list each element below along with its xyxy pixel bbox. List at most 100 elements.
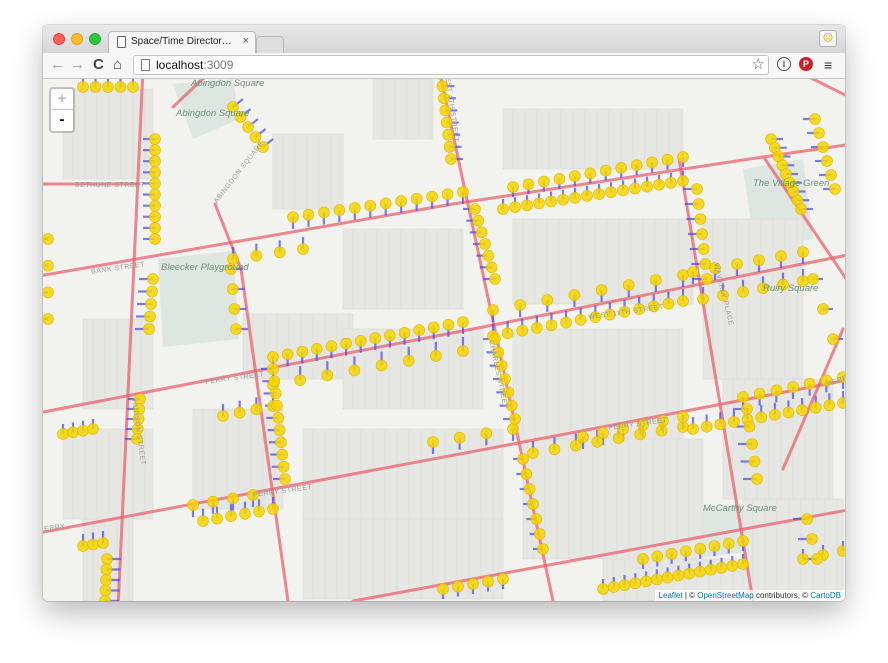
- address-marker: [755, 411, 767, 423]
- maximize-window-button[interactable]: [89, 33, 101, 45]
- bookmark-star-icon[interactable]: ☆: [752, 56, 765, 74]
- browser-window: Space/Time Directory - Str × ☹ ← → C ⌂ l…: [43, 25, 845, 601]
- address-marker: [751, 473, 763, 485]
- address-marker: [114, 81, 127, 93]
- home-button[interactable]: ⌂: [113, 56, 122, 74]
- openstreetmap-link[interactable]: OpenStreetMap: [697, 591, 753, 600]
- address-marker: [211, 512, 223, 525]
- browser-toolbar: ← → C ⌂ localhost:3009 ☆ i P ≡: [43, 53, 845, 79]
- address-marker: [522, 178, 535, 191]
- address-marker: [272, 412, 285, 424]
- address-marker: [296, 345, 309, 358]
- address-marker: [746, 438, 758, 450]
- profile-icon[interactable]: ☹: [819, 30, 837, 47]
- address-marker: [482, 249, 495, 262]
- address-marker: [207, 495, 219, 508]
- address-marker: [715, 562, 728, 574]
- place-label-mccarthy-square: McCarthy Square: [703, 503, 777, 514]
- address-marker: [354, 335, 367, 347]
- address-marker: [250, 403, 263, 416]
- address-marker: [509, 413, 521, 425]
- address-marker: [641, 180, 653, 193]
- minimize-window-button[interactable]: [71, 33, 83, 45]
- address-marker: [281, 348, 294, 361]
- address-marker: [369, 332, 382, 344]
- menu-icon[interactable]: ≡: [824, 57, 832, 73]
- address-marker: [269, 387, 282, 400]
- attribution-separator: | ©: [682, 591, 698, 600]
- address-marker: [599, 164, 612, 177]
- address-marker: [795, 203, 807, 215]
- address-marker: [239, 507, 251, 520]
- address-marker: [253, 505, 265, 518]
- address-marker: [149, 199, 161, 212]
- reload-button[interactable]: C: [93, 56, 104, 74]
- back-button[interactable]: ←: [50, 56, 65, 74]
- map-view[interactable]: Abingdon Square Abingdon Square Bleecker…: [43, 79, 845, 601]
- address-marker: [427, 321, 440, 334]
- attribution-contributors: contributors, ©: [753, 591, 811, 600]
- address-marker: [637, 553, 649, 565]
- pinterest-extension-icon[interactable]: P: [799, 57, 813, 71]
- address-marker: [753, 254, 765, 266]
- address-marker: [187, 499, 199, 511]
- map-canvas[interactable]: [43, 79, 845, 601]
- address-marker: [273, 246, 286, 259]
- leaflet-link[interactable]: Leaflet: [659, 591, 683, 600]
- address-marker: [87, 423, 99, 435]
- address-marker: [677, 421, 689, 433]
- tab-close-icon[interactable]: ×: [243, 35, 249, 47]
- address-marker: [817, 303, 829, 315]
- address-marker: [595, 284, 608, 296]
- address-marker: [731, 258, 743, 270]
- address-marker: [569, 192, 581, 204]
- street-line: [809, 79, 845, 97]
- close-window-button[interactable]: [53, 33, 65, 45]
- address-marker: [821, 155, 833, 167]
- address-marker: [333, 204, 346, 216]
- address-marker: [442, 318, 455, 331]
- address-bar[interactable]: localhost:3009 ☆: [133, 55, 769, 75]
- address-marker: [149, 155, 161, 168]
- address-marker: [485, 261, 498, 274]
- address-marker: [574, 314, 587, 326]
- address-marker: [379, 197, 392, 210]
- address-marker: [77, 81, 89, 93]
- address-marker: [687, 266, 699, 278]
- address-marker: [225, 510, 237, 523]
- address-marker: [149, 222, 161, 234]
- url-host: localhost: [156, 58, 204, 72]
- address-marker: [640, 575, 652, 588]
- address-marker: [287, 211, 299, 223]
- address-marker: [467, 578, 479, 590]
- address-marker: [653, 178, 665, 191]
- address-marker: [597, 583, 609, 595]
- address-marker: [787, 381, 799, 393]
- address-marker: [302, 208, 315, 221]
- address-marker: [741, 403, 753, 415]
- zoom-in-button[interactable]: +: [51, 89, 73, 110]
- address-marker: [318, 206, 330, 219]
- zoom-out-button[interactable]: -: [51, 110, 73, 131]
- info-extension-icon[interactable]: i: [777, 57, 791, 71]
- cartodb-link[interactable]: CartoDB: [810, 591, 841, 600]
- address-marker: [146, 285, 158, 298]
- address-marker: [677, 295, 689, 307]
- address-marker: [538, 175, 550, 188]
- address-marker: [77, 540, 89, 552]
- address-marker: [593, 188, 605, 200]
- address-marker: [443, 141, 456, 153]
- address-marker: [530, 513, 543, 525]
- address-marker: [796, 404, 808, 416]
- address-marker: [569, 170, 581, 182]
- address-marker: [728, 416, 740, 428]
- address-marker: [268, 375, 281, 388]
- tab-space-time-directory[interactable]: Space/Time Directory - Str ×: [108, 31, 256, 53]
- address-marker: [811, 553, 823, 565]
- address-marker: [149, 233, 161, 245]
- address-marker: [545, 319, 558, 332]
- new-tab-button[interactable]: [256, 36, 284, 53]
- forward-button[interactable]: →: [70, 56, 85, 74]
- address-marker: [43, 259, 54, 272]
- address-marker: [149, 144, 161, 156]
